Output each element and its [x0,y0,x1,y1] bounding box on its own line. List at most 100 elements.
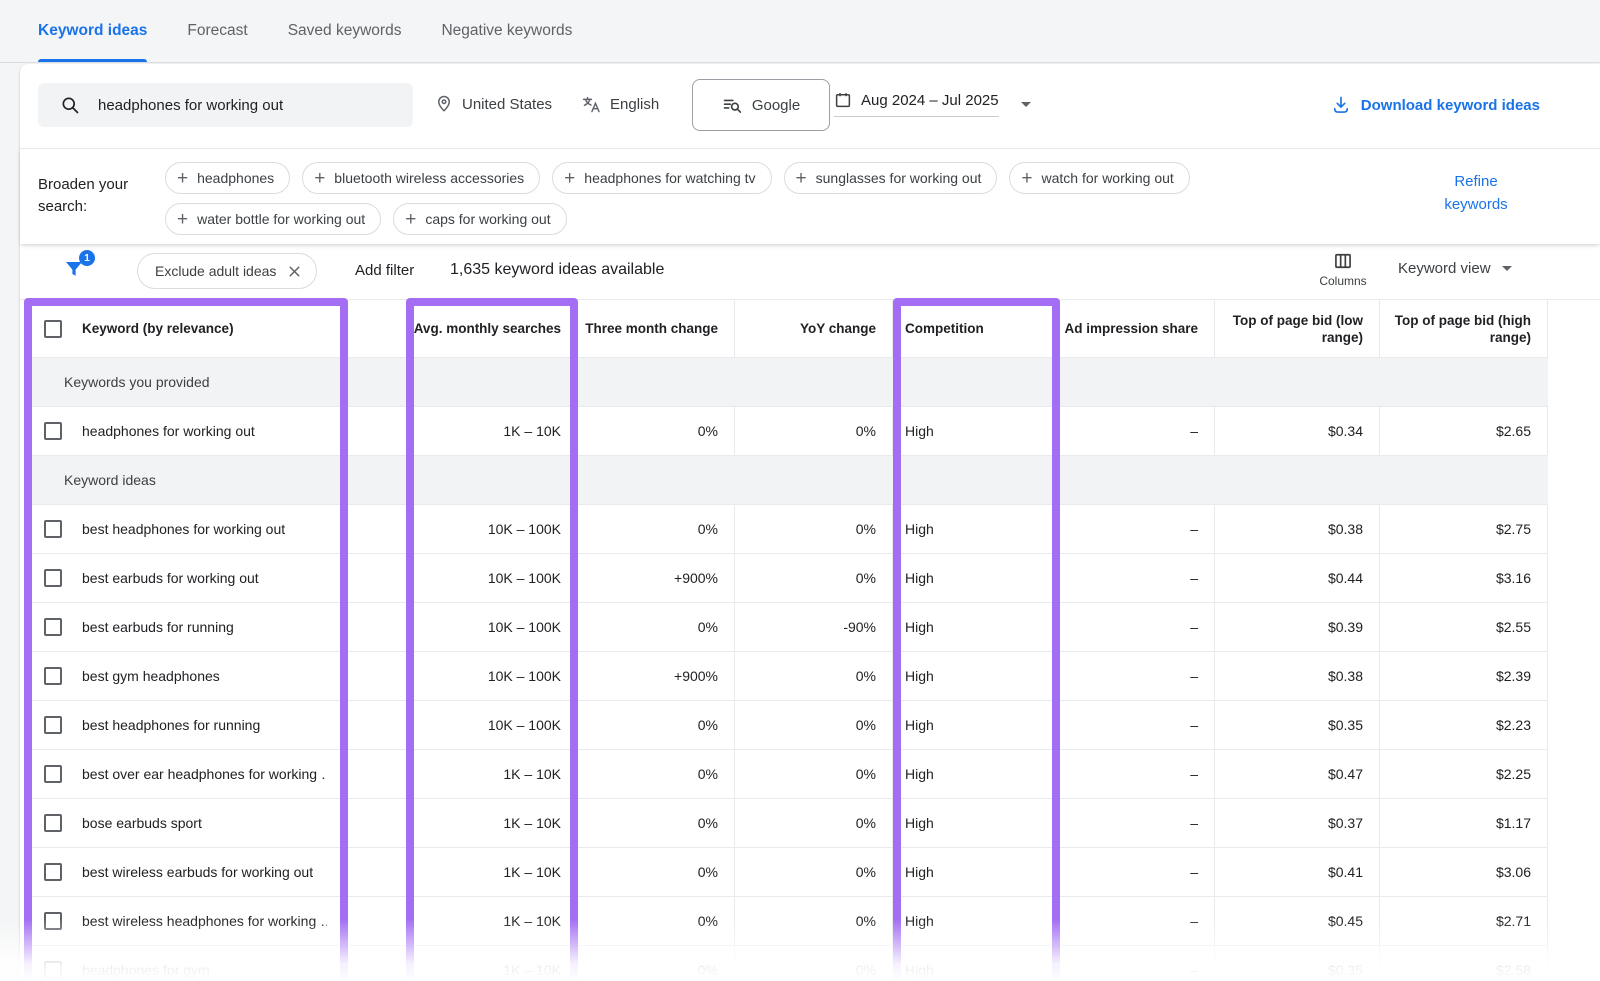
avg-monthly-searches-cell: 1K – 10K [410,750,578,798]
location-selector[interactable]: United States [435,95,552,113]
plus-icon: + [564,169,575,188]
header-avg-monthly-searches: Avg. monthly searches [410,300,578,357]
spacer-cell [348,946,410,981]
yoy-change-cell [735,358,893,406]
top-of-page-bid-low-cell: $0.38 [1215,505,1380,553]
three-month-change-cell [578,456,735,504]
results-count-text: 1,635 keyword ideas available [450,261,664,279]
keyword-cell: best wireless earbuds for working out [82,864,313,880]
language-selector[interactable]: English [582,95,659,114]
yoy-change-cell: 0% [735,505,893,553]
three-month-change-cell: 0% [578,946,735,981]
tab[interactable]: Keyword ideas [38,0,147,62]
active-filter-chip[interactable]: Exclude adult ideas [137,253,317,289]
top-of-page-bid-low-cell [1215,456,1380,504]
list-search-icon [722,95,742,115]
spacer-cell [348,358,410,406]
keyword-search-box[interactable] [38,83,413,127]
filter-toolbar: 1 Exclude adult ideas Add filter 1,635 k… [20,244,1600,300]
view-label: Keyword view [1398,260,1491,277]
competition-cell [893,358,1060,406]
competition-cell: High [893,848,1060,896]
calendar-icon [834,91,852,109]
table-row: Keyword ideas [24,455,1548,504]
three-month-change-cell: +900% [578,554,735,602]
row-checkbox[interactable] [44,667,62,685]
add-filter-button[interactable]: Add filter [355,262,414,279]
table-row: best headphones for running 10K – 100K 0… [24,700,1548,749]
search-input[interactable] [96,96,399,115]
top-of-page-bid-low-cell: $0.39 [1215,603,1380,651]
row-checkbox[interactable] [44,520,62,538]
download-label: Download keyword ideas [1361,97,1540,114]
broaden-keyword-chip[interactable]: + headphones [165,162,290,194]
three-month-change-cell: 0% [578,897,735,945]
broaden-keyword-chip[interactable]: + water bottle for working out [165,203,381,235]
plus-icon: + [314,169,325,188]
competition-cell: High [893,750,1060,798]
row-checkbox[interactable] [44,569,62,587]
row-checkbox[interactable] [44,716,62,734]
chip-label: bluetooth wireless accessories [334,170,524,186]
table-row: best earbuds for working out 10K – 100K … [24,553,1548,602]
three-month-change-cell: 0% [578,701,735,749]
ad-impression-share-cell: – [1060,505,1215,553]
top-of-page-bid-low-cell: $0.44 [1215,554,1380,602]
refine-keywords-button[interactable]: Refine keywords [1430,170,1522,216]
row-checkbox[interactable] [44,422,62,440]
network-selector[interactable]: Google [692,79,830,131]
download-keyword-ideas-button[interactable]: Download keyword ideas [1331,95,1540,115]
broaden-keyword-chip[interactable]: + bluetooth wireless accessories [302,162,540,194]
select-all-checkbox[interactable] [44,320,62,338]
spacer-cell [348,897,410,945]
top-of-page-bid-high-cell: $2.58 [1380,946,1548,981]
broaden-chip-list: + headphones + bluetooth wireless access… [165,162,1270,235]
broaden-keyword-chip[interactable]: + watch for working out [1009,162,1189,194]
row-checkbox[interactable] [44,961,62,979]
filter-funnel-button[interactable]: 1 [62,257,86,286]
row-checkbox[interactable] [44,618,62,636]
tab[interactable]: Saved keywords [288,0,402,62]
three-month-change-cell: +900% [578,652,735,700]
columns-button[interactable]: Columns [1315,251,1371,288]
yoy-change-cell: 0% [735,554,893,602]
competition-cell: High [893,407,1060,455]
keyword-view-dropdown[interactable]: Keyword view [1398,260,1512,277]
three-month-change-cell [578,358,735,406]
row-checkbox[interactable] [44,863,62,881]
table-row: best headphones for working out 10K – 10… [24,504,1548,553]
top-of-page-bid-high-cell: $2.75 [1380,505,1548,553]
keyword-cell: headphones for working out [82,423,255,439]
broaden-search-label: Broaden your search: [38,174,150,218]
yoy-change-cell: 0% [735,652,893,700]
ad-impression-share-cell: – [1060,946,1215,981]
keyword-cell: best headphones for working out [82,521,285,537]
row-checkbox[interactable] [44,814,62,832]
header-top-of-page-bid-low: Top of page bid (low range) [1215,300,1380,357]
top-of-page-bid-high-cell: $2.55 [1380,603,1548,651]
competition-cell: High [893,946,1060,981]
ad-impression-share-cell: – [1060,652,1215,700]
tab-bar: Keyword ideas Forecast Saved keywords Ne… [0,0,1600,63]
date-range-selector[interactable]: Aug 2024 – Jul 2025 [834,91,1031,117]
avg-monthly-searches-cell: 1K – 10K [410,799,578,847]
tab[interactable]: Negative keywords [441,0,572,62]
table-row: headphones for working out 1K – 10K 0% 0… [24,406,1548,455]
broaden-keyword-chip[interactable]: + caps for working out [393,203,566,235]
chip-label: sunglasses for working out [816,170,982,186]
table-row: best wireless earbuds for working out 1K… [24,847,1548,896]
table-row: best earbuds for running 10K – 100K 0% -… [24,602,1548,651]
broaden-keyword-chip[interactable]: + sunglasses for working out [784,162,998,194]
broaden-keyword-chip[interactable]: + headphones for watching tv [552,162,771,194]
avg-monthly-searches-cell [410,456,578,504]
three-month-change-cell: 0% [578,799,735,847]
top-of-page-bid-high-cell: $3.16 [1380,554,1548,602]
top-of-page-bid-low-cell: $0.35 [1215,701,1380,749]
top-of-page-bid-low-cell: $0.47 [1215,750,1380,798]
ad-impression-share-cell: – [1060,848,1215,896]
row-checkbox[interactable] [44,765,62,783]
row-checkbox[interactable] [44,912,62,930]
close-icon[interactable] [288,265,301,278]
tab[interactable]: Forecast [187,0,247,62]
top-of-page-bid-high-cell: $1.17 [1380,799,1548,847]
